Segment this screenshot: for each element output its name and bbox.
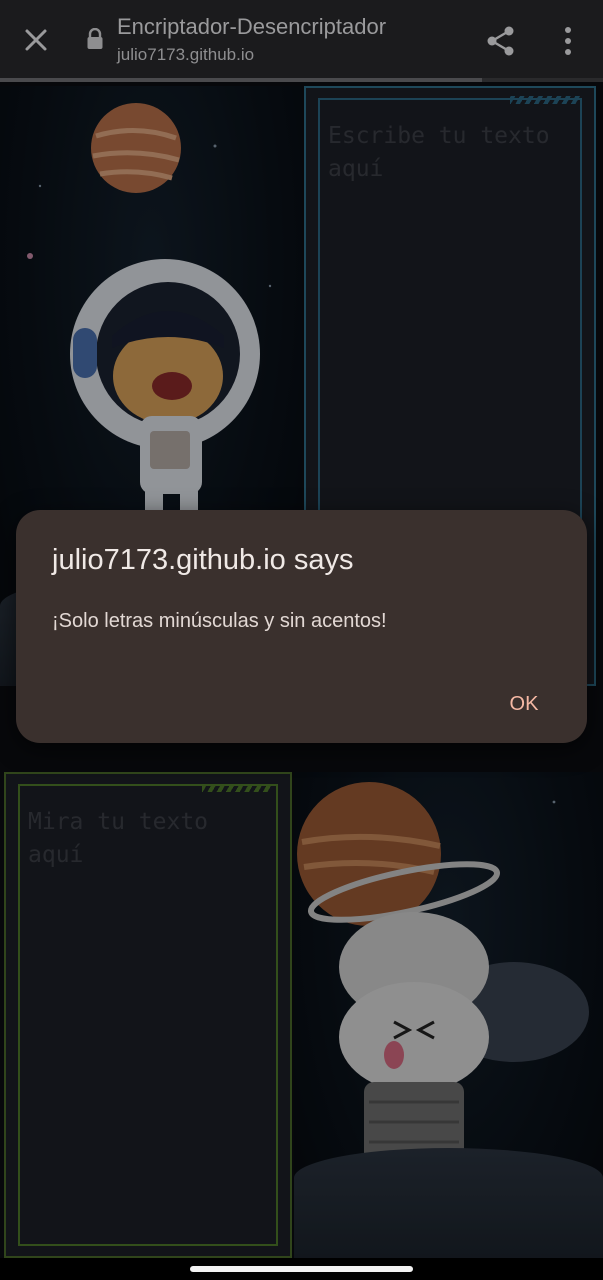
page-url[interactable]: julio7173.github.io	[117, 45, 254, 65]
dialog-message: ¡Solo letras minúsculas y sin acentos!	[52, 610, 387, 632]
browser-toolbar: Encriptador-Desencriptador julio7173.git…	[0, 0, 603, 80]
alert-dialog: julio7173.github.io says ¡Solo letras mi…	[16, 510, 587, 743]
more-vert-icon[interactable]	[554, 24, 582, 58]
dialog-title: julio7173.github.io says	[52, 544, 354, 576]
system-nav-bar	[0, 1258, 603, 1280]
ok-button[interactable]: OK	[486, 684, 562, 724]
close-icon[interactable]	[18, 22, 54, 58]
lock-icon	[87, 28, 103, 49]
page-title: Encriptador-Desencriptador	[117, 14, 387, 39]
gesture-handle[interactable]	[190, 1266, 413, 1272]
share-icon[interactable]	[484, 24, 518, 58]
